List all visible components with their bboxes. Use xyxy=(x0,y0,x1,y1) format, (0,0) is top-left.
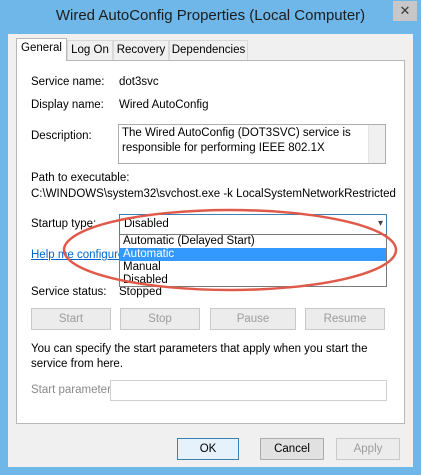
dropdown-option-automatic[interactable]: Automatic xyxy=(120,248,386,261)
dropdown-option-automatic-delayed[interactable]: Automatic (Delayed Start) xyxy=(120,235,386,248)
service-status-value: Stopped xyxy=(119,286,162,298)
path-label: Path to executable: xyxy=(31,172,130,184)
chevron-down-icon[interactable]: ▾ xyxy=(378,218,383,229)
tab-dependencies[interactable]: Dependencies xyxy=(169,40,248,60)
startup-type-label: Startup type: xyxy=(31,218,97,230)
window-border-right xyxy=(413,34,421,475)
tab-recovery[interactable]: Recovery xyxy=(113,40,169,60)
start-params-label: Start parameters: xyxy=(31,384,120,396)
cancel-button[interactable]: Cancel xyxy=(260,438,324,460)
startup-type-value: Disabled xyxy=(124,218,169,230)
resume-button[interactable]: Resume xyxy=(305,308,385,330)
dropdown-option-manual[interactable]: Manual xyxy=(120,261,386,274)
service-status-label: Service status: xyxy=(31,286,107,298)
display-name-value: Wired AutoConfig xyxy=(119,99,209,111)
start-params-input[interactable] xyxy=(110,380,387,401)
path-value: C:\WINDOWS\system32\svchost.exe -k Local… xyxy=(31,188,396,200)
properties-window: Wired AutoConfig Properties (Local Compu… xyxy=(0,0,421,475)
service-name-value: dot3svc xyxy=(119,76,159,88)
window-title: Wired AutoConfig Properties (Local Compu… xyxy=(55,7,366,24)
dropdown-option-disabled[interactable]: Disabled xyxy=(120,274,386,287)
description-scrollbar[interactable] xyxy=(368,125,385,163)
apply-button[interactable]: Apply xyxy=(336,438,400,460)
title-bar[interactable]: Wired AutoConfig Properties (Local Compu… xyxy=(0,0,421,34)
start-params-note: You can specify the start parameters tha… xyxy=(31,343,368,370)
display-name-label: Display name: xyxy=(31,99,104,111)
start-button[interactable]: Start xyxy=(31,308,111,330)
close-icon[interactable]: ✕ xyxy=(393,1,417,21)
stop-button[interactable]: Stop xyxy=(120,308,200,330)
description-box[interactable]: The Wired AutoConfig (DOT3SVC) service i… xyxy=(118,124,386,164)
tab-general[interactable]: General xyxy=(16,38,67,61)
startup-type-dropdown[interactable]: Automatic (Delayed Start) Automatic Manu… xyxy=(119,234,387,287)
description-label: Description: xyxy=(31,130,92,142)
window-border-left xyxy=(0,34,8,475)
tab-log-on[interactable]: Log On xyxy=(67,40,113,60)
window-border-bottom xyxy=(0,467,421,475)
ok-button[interactable]: OK xyxy=(177,438,239,460)
service-name-label: Service name: xyxy=(31,76,105,88)
pause-button[interactable]: Pause xyxy=(210,308,296,330)
help-configure-link[interactable]: Help me configure s xyxy=(31,249,133,261)
startup-type-select[interactable]: Disabled ▾ xyxy=(119,214,387,235)
description-text: The Wired AutoConfig (DOT3SVC) service i… xyxy=(122,127,351,154)
